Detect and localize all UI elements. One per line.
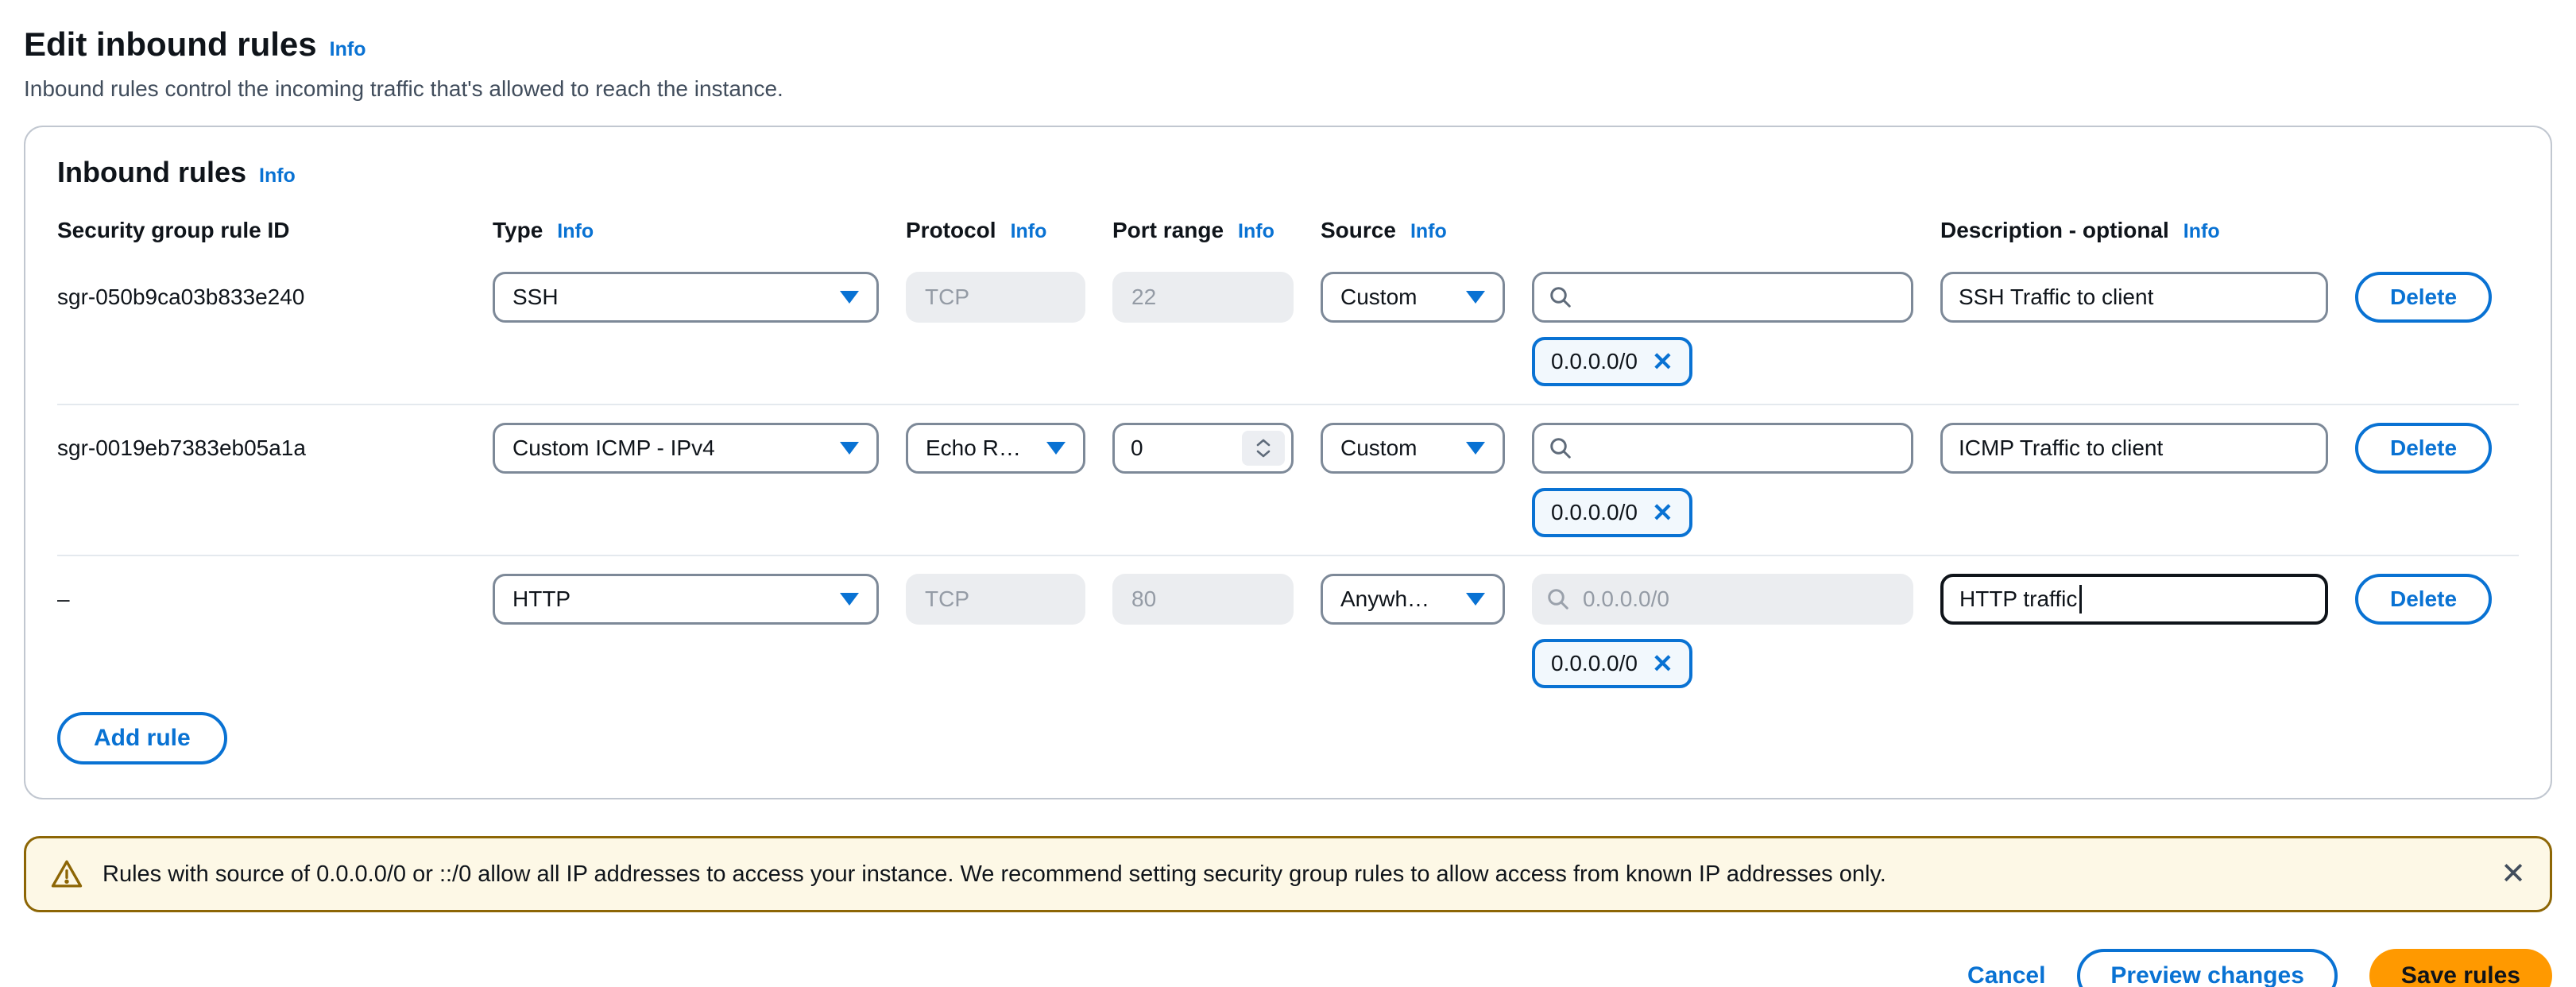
- page-title: Edit inbound rules: [24, 25, 317, 64]
- chevron-down-icon: [840, 442, 859, 455]
- protocol-field-disabled: TCP: [906, 272, 1085, 323]
- chevron-down-icon: [840, 593, 859, 606]
- type-select-value: SSH: [512, 284, 559, 310]
- source-cidr-chip: 0.0.0.0/0 ✕: [1532, 639, 1692, 688]
- port-range-stepper[interactable]: 0: [1112, 423, 1294, 474]
- footer-actions: Cancel Preview changes Save rules: [24, 949, 2552, 987]
- panel-header: Inbound rules Info: [57, 156, 2519, 189]
- rule-row-http: – HTTP TCP 80 Anywh… 0.0.0.0/0 HTTP traf…: [57, 574, 2519, 688]
- panel-title: Inbound rules: [57, 156, 246, 189]
- protocol-field-disabled: TCP: [906, 574, 1085, 625]
- inbound-rules-panel: Inbound rules Info Security group rule I…: [24, 126, 2552, 799]
- source-select-value: Anywh…: [1340, 586, 1429, 612]
- chevron-down-icon: [1466, 291, 1485, 304]
- remove-cidr-icon[interactable]: ✕: [1652, 651, 1673, 676]
- text-cursor: [2079, 585, 2082, 613]
- page-subtitle: Inbound rules control the incoming traff…: [24, 76, 2552, 102]
- source-cidr-chip: 0.0.0.0/0 ✕: [1532, 488, 1692, 537]
- protocol-select[interactable]: Echo R…: [906, 423, 1085, 474]
- source-search-input-disabled: 0.0.0.0/0: [1532, 574, 1913, 625]
- type-select[interactable]: Custom ICMP - IPv4: [493, 423, 879, 474]
- search-icon: [1549, 285, 1572, 309]
- search-icon: [1549, 436, 1572, 460]
- description-value: SSH Traffic to client: [1959, 284, 2153, 310]
- remove-cidr-icon[interactable]: ✕: [1652, 349, 1673, 374]
- port-range-field-disabled: 80: [1112, 574, 1294, 625]
- delete-rule-button[interactable]: Delete: [2355, 574, 2492, 625]
- source-cidr-chip: 0.0.0.0/0 ✕: [1532, 337, 1692, 386]
- column-header-port-range: Port rangeInfo: [1112, 218, 1294, 243]
- source-cidr-value: 0.0.0.0/0: [1551, 651, 1638, 676]
- row-divider: [57, 555, 2519, 556]
- panel-title-info-link[interactable]: Info: [259, 164, 296, 188]
- column-header-rule-id: Security group rule ID: [57, 218, 466, 243]
- protocol-select-value: Echo R…: [926, 435, 1021, 461]
- column-header-source: SourceInfo: [1321, 218, 1505, 243]
- save-rules-button[interactable]: Save rules: [2369, 949, 2552, 987]
- cancel-button[interactable]: Cancel: [1967, 962, 2045, 987]
- page-title-info-link[interactable]: Info: [330, 38, 366, 61]
- source-select-value: Custom: [1340, 435, 1417, 461]
- source-search-placeholder: 0.0.0.0/0: [1583, 586, 1669, 612]
- rule-id-text: sgr-0019eb7383eb05a1a: [57, 435, 466, 461]
- preview-changes-button[interactable]: Preview changes: [2077, 949, 2337, 987]
- description-value: HTTP traffic: [1959, 586, 2077, 612]
- type-select-value: Custom ICMP - IPv4: [512, 435, 715, 461]
- column-header-protocol: ProtocolInfo: [906, 218, 1085, 243]
- warning-text: Rules with source of 0.0.0.0/0 or ::/0 a…: [102, 861, 1886, 888]
- rule-id-text: sgr-050b9ca03b833e240: [57, 284, 466, 310]
- type-select[interactable]: SSH: [493, 272, 879, 323]
- type-info-link[interactable]: Info: [557, 220, 594, 243]
- column-header-description: Description - optionalInfo: [1940, 218, 2328, 243]
- warning-banner: Rules with source of 0.0.0.0/0 or ::/0 a…: [24, 836, 2552, 912]
- up-down-stepper-icon[interactable]: [1242, 431, 1285, 466]
- warning-triangle-icon: [50, 857, 83, 891]
- delete-rule-button[interactable]: Delete: [2355, 272, 2492, 323]
- port-range-info-link[interactable]: Info: [1238, 220, 1274, 243]
- source-chip-wrap: 0.0.0.0/0 ✕: [1532, 488, 1692, 537]
- remove-cidr-icon[interactable]: ✕: [1652, 500, 1673, 525]
- type-select[interactable]: HTTP: [493, 574, 879, 625]
- source-select[interactable]: Anywh…: [1321, 574, 1505, 625]
- chevron-down-icon: [840, 291, 859, 304]
- source-select[interactable]: Custom: [1321, 272, 1505, 323]
- description-input[interactable]: SSH Traffic to client: [1940, 272, 2328, 323]
- description-input-focused[interactable]: HTTP traffic: [1940, 574, 2328, 625]
- chevron-down-icon: [1466, 442, 1485, 455]
- source-info-link[interactable]: Info: [1410, 220, 1447, 243]
- description-input[interactable]: ICMP Traffic to client: [1940, 423, 2328, 474]
- source-search-input[interactable]: [1532, 272, 1913, 323]
- port-range-field-disabled: 22: [1112, 272, 1294, 323]
- description-value: ICMP Traffic to client: [1959, 435, 2163, 461]
- source-chip-wrap: 0.0.0.0/0 ✕: [1532, 639, 1692, 688]
- add-rule-button[interactable]: Add rule: [57, 712, 227, 764]
- source-cidr-value: 0.0.0.0/0: [1551, 500, 1638, 525]
- page-header: Edit inbound rules Info: [24, 25, 2552, 64]
- port-range-value: 0: [1131, 435, 1143, 461]
- description-info-link[interactable]: Info: [2183, 220, 2220, 243]
- search-icon: [1546, 587, 1570, 611]
- chevron-down-icon: [1466, 593, 1485, 606]
- type-select-value: HTTP: [512, 586, 571, 612]
- rule-row-ssh: sgr-050b9ca03b833e240 SSH TCP 22 Custom …: [57, 272, 2519, 386]
- protocol-info-link[interactable]: Info: [1011, 220, 1047, 243]
- source-select-value: Custom: [1340, 284, 1417, 310]
- source-select[interactable]: Custom: [1321, 423, 1505, 474]
- rule-id-text: –: [57, 586, 466, 612]
- column-header-type: TypeInfo: [493, 218, 879, 243]
- chevron-down-icon: [1046, 442, 1066, 455]
- source-cidr-value: 0.0.0.0/0: [1551, 349, 1638, 374]
- delete-rule-button[interactable]: Delete: [2355, 423, 2492, 474]
- source-chip-wrap: 0.0.0.0/0 ✕: [1532, 337, 1692, 386]
- column-header-row: Security group rule ID TypeInfo Protocol…: [57, 218, 2519, 243]
- banner-close-icon[interactable]: ✕: [2501, 859, 2526, 889]
- row-divider: [57, 404, 2519, 405]
- edit-inbound-rules-page: Edit inbound rules Info Inbound rules co…: [24, 25, 2552, 987]
- rule-row-icmp: sgr-0019eb7383eb05a1a Custom ICMP - IPv4…: [57, 423, 2519, 537]
- source-search-input[interactable]: [1532, 423, 1913, 474]
